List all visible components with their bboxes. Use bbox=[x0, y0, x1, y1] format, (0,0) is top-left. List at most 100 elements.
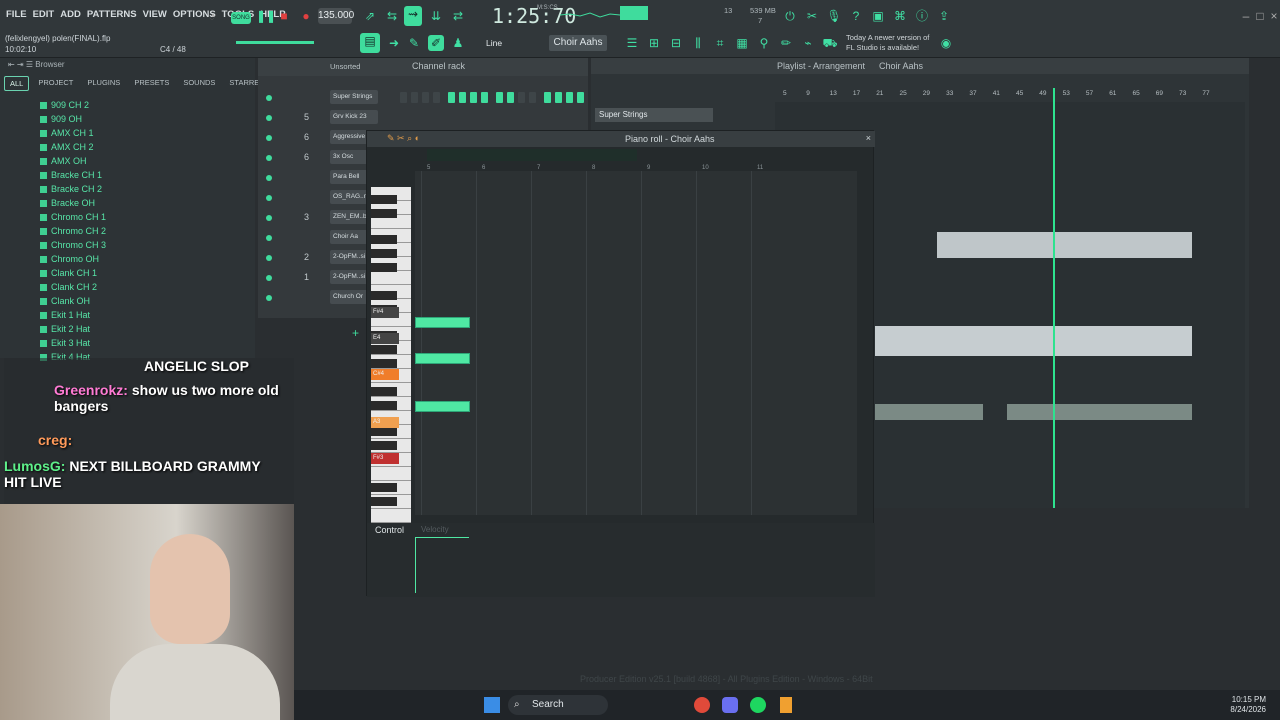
browser-item[interactable]: Chromo CH 1 bbox=[40, 210, 106, 224]
clipboard-icon[interactable]: ▦ bbox=[734, 35, 750, 51]
channel-mixer-track[interactable]: 3 bbox=[304, 212, 309, 222]
tab-plugins[interactable]: PLUGINS bbox=[82, 76, 125, 91]
browser-item[interactable]: AMX CH 1 bbox=[40, 126, 106, 140]
channel-mute-led[interactable] bbox=[266, 115, 272, 121]
channel-rack-icon[interactable]: ⊟ bbox=[668, 35, 684, 51]
snap-icon[interactable]: ⇗ bbox=[362, 8, 378, 24]
channel-mute-led[interactable] bbox=[266, 195, 272, 201]
tab-sounds[interactable]: SOUNDS bbox=[178, 76, 220, 91]
channel-mixer-track[interactable]: 6 bbox=[304, 132, 309, 142]
browser-item[interactable]: Bracke OH bbox=[40, 196, 106, 210]
note[interactable] bbox=[415, 401, 470, 412]
step-button[interactable] bbox=[555, 92, 562, 103]
close-icon[interactable]: × bbox=[1266, 8, 1280, 24]
channel-mute-led[interactable] bbox=[266, 295, 272, 301]
link-icon[interactable]: ⌁ bbox=[800, 35, 816, 51]
channel-mute-led[interactable] bbox=[266, 275, 272, 281]
white-key[interactable] bbox=[371, 467, 411, 481]
metronome-icon[interactable]: ◔ bbox=[204, 8, 220, 24]
spotify-icon[interactable] bbox=[750, 697, 766, 713]
channel-mute-led[interactable] bbox=[266, 255, 272, 261]
step-button[interactable] bbox=[529, 92, 536, 103]
step-button[interactable] bbox=[518, 92, 525, 103]
step-button[interactable] bbox=[433, 92, 440, 103]
tempo-display[interactable]: 135.000 bbox=[318, 8, 354, 24]
black-key[interactable] bbox=[371, 249, 397, 258]
browser-item[interactable]: AMX OH bbox=[40, 154, 106, 168]
browser-item[interactable]: AMX CH 2 bbox=[40, 140, 106, 154]
note[interactable] bbox=[415, 317, 470, 328]
white-key[interactable] bbox=[371, 509, 411, 523]
menu-view[interactable]: VIEW bbox=[143, 9, 167, 20]
tab-project[interactable]: PROJECT bbox=[33, 76, 78, 91]
black-key[interactable] bbox=[371, 235, 397, 244]
snap-select[interactable]: Line bbox=[486, 38, 502, 48]
help-icon[interactable]: ? bbox=[848, 8, 864, 24]
microphone-icon[interactable]: 🎙 bbox=[826, 8, 842, 24]
browser-item[interactable]: Clank OH bbox=[40, 294, 106, 308]
note[interactable] bbox=[415, 353, 470, 364]
playlist-clip-audio-1[interactable] bbox=[875, 404, 983, 420]
playlist-icon[interactable]: ☰ bbox=[624, 35, 640, 51]
playlist-clip-choir-2[interactable] bbox=[875, 326, 1192, 356]
step-button[interactable] bbox=[459, 92, 466, 103]
step-button[interactable] bbox=[496, 92, 503, 103]
taskbar-search[interactable]: Search bbox=[508, 695, 608, 715]
record-icon[interactable]: ● bbox=[298, 8, 314, 24]
note-grid[interactable] bbox=[415, 171, 857, 515]
plugin-icon[interactable]: ⌘ bbox=[892, 8, 908, 24]
browser-item[interactable]: Clank CH 1 bbox=[40, 266, 106, 280]
system-clock[interactable]: 10:15 PM 8/24/2026 bbox=[1230, 695, 1266, 715]
black-key[interactable] bbox=[371, 401, 397, 410]
pattern-selector[interactable]: Choir Aahs bbox=[549, 35, 607, 51]
step-button[interactable] bbox=[422, 92, 429, 103]
browser-item[interactable]: Ekit 3 Hat bbox=[40, 336, 106, 350]
black-key[interactable] bbox=[371, 263, 397, 272]
velocity-label[interactable]: Velocity bbox=[421, 525, 449, 534]
channel-mixer-track[interactable]: 6 bbox=[304, 152, 309, 162]
globe-icon[interactable]: ◉ bbox=[938, 35, 954, 51]
piano-roll-overview[interactable] bbox=[427, 149, 637, 161]
paint-icon[interactable]: ✐ bbox=[428, 35, 444, 51]
master-volume-slider[interactable] bbox=[236, 41, 314, 44]
browser-item[interactable]: Chromo CH 3 bbox=[40, 238, 106, 252]
piano-roll-icon[interactable]: ⊞ bbox=[646, 35, 662, 51]
velocity-bar[interactable] bbox=[415, 537, 469, 593]
black-key[interactable] bbox=[371, 291, 397, 300]
browser-item[interactable]: Bracke CH 1 bbox=[40, 168, 106, 182]
channel-row[interactable]: Super Strings bbox=[258, 90, 588, 108]
piano-roll-tools-icon[interactable]: ✎ ✂ ⌕ ◐ bbox=[387, 133, 420, 144]
channel-mixer-track[interactable]: 2 bbox=[304, 252, 309, 262]
mixer-view-icon[interactable]: ⫼ bbox=[690, 35, 706, 51]
news-panel[interactable]: Today A newer version of FL Studio is av… bbox=[846, 33, 929, 53]
step-button[interactable] bbox=[566, 92, 573, 103]
upload-icon[interactable]: ⇪ bbox=[936, 8, 952, 24]
browser-item[interactable]: Clank CH 2 bbox=[40, 280, 106, 294]
add-channel-icon[interactable]: + bbox=[352, 326, 359, 340]
stamp-icon[interactable]: ♟ bbox=[450, 35, 466, 51]
menu-file[interactable]: FILE bbox=[6, 9, 27, 20]
song-mode-toggle[interactable]: SONG bbox=[231, 12, 251, 24]
tab-presets[interactable]: PRESETS bbox=[129, 76, 174, 91]
black-key[interactable] bbox=[371, 427, 397, 436]
black-key[interactable] bbox=[371, 497, 397, 506]
channel-mute-led[interactable] bbox=[266, 155, 272, 161]
browser-item[interactable]: Chromo CH 2 bbox=[40, 224, 106, 238]
control-lane[interactable]: Control Velocity bbox=[367, 523, 875, 597]
tab-all[interactable]: ALL bbox=[4, 76, 30, 91]
black-key[interactable] bbox=[371, 483, 397, 492]
black-key[interactable] bbox=[371, 209, 397, 218]
step-button[interactable] bbox=[507, 92, 514, 103]
channel-mute-led[interactable] bbox=[266, 135, 272, 141]
channel-name-button[interactable]: Grv Kick 23 bbox=[330, 110, 378, 124]
wait-icon[interactable]: ⇆ bbox=[384, 8, 400, 24]
loop-record-icon[interactable]: ⇄ bbox=[450, 8, 466, 24]
channel-mute-led[interactable] bbox=[266, 95, 272, 101]
channel-mixer-track[interactable]: 1 bbox=[304, 272, 309, 282]
arrow-icon[interactable]: ➜ bbox=[386, 35, 402, 51]
menu-patterns[interactable]: PATTERNS bbox=[87, 9, 137, 20]
playlist-clip-choir-1[interactable] bbox=[937, 232, 1192, 258]
playhead[interactable] bbox=[1053, 88, 1055, 508]
step-button[interactable] bbox=[448, 92, 455, 103]
stop-icon[interactable]: ■ bbox=[276, 8, 292, 24]
